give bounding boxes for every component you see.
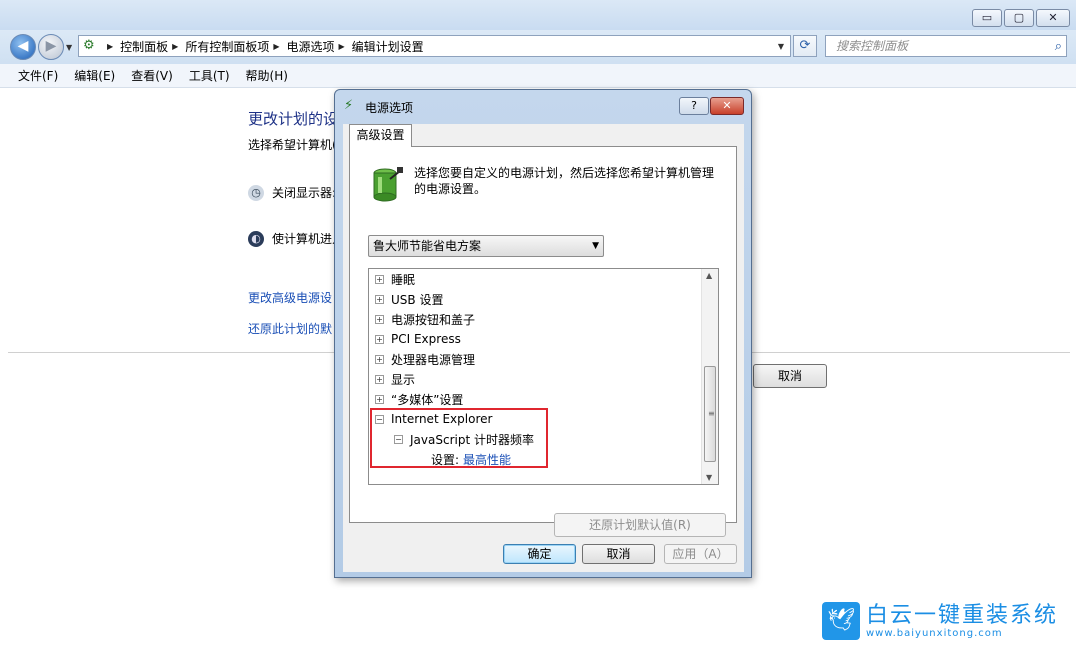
bird-logo-icon: 🕊 xyxy=(822,602,860,640)
tree-item-power-buttons[interactable]: + 电源按钮和盖子 xyxy=(375,311,475,327)
battery-icon xyxy=(373,167,403,202)
apply-button[interactable]: 应用（A） xyxy=(664,544,737,564)
display-off-label: 关闭显示器: xyxy=(272,186,337,200)
watermark-url: www.baiyunxitong.com xyxy=(866,627,1003,639)
back-button[interactable]: ◀ xyxy=(10,34,36,60)
breadcrumb-item-power-options[interactable]: 电源选项 xyxy=(287,38,335,55)
breadcrumb-item-edit-plan[interactable]: 编辑计划设置 xyxy=(352,38,424,55)
address-bar[interactable]: ⚙ ▶ 控制面板 ▶ 所有控制面板项 ▶ 电源选项 ▶ 编辑计划设置 ▼ xyxy=(78,35,791,57)
dialog-close-button[interactable]: ✕ xyxy=(710,97,744,115)
dialog-title: 电源选项 xyxy=(365,101,414,115)
navigation-bar: ◀ ▶ ▼ ⚙ ▶ 控制面板 ▶ 所有控制面板项 ▶ 电源选项 ▶ 编辑计划设置… xyxy=(0,30,1076,64)
tree-label: JavaScript 计时器频率 xyxy=(410,432,534,447)
breadcrumb: ▶ 控制面板 ▶ 所有控制面板项 ▶ 电源选项 ▶ 编辑计划设置 xyxy=(103,38,424,55)
tree-label: PCI Express xyxy=(391,332,461,346)
sleep-row: ◐ 使计算机进入 xyxy=(248,230,344,247)
forward-button[interactable]: ▶ xyxy=(38,34,64,60)
history-dropdown-icon[interactable]: ▼ xyxy=(66,43,72,52)
tree-item-usb[interactable]: + USB 设置 xyxy=(375,291,443,307)
power-plan-select[interactable]: 鲁大师节能省电方案 ▼ xyxy=(368,235,604,257)
setting-value[interactable]: 最高性能 xyxy=(463,451,511,468)
expand-icon[interactable]: + xyxy=(375,374,384,384)
expand-icon[interactable]: + xyxy=(375,334,384,344)
grip-icon: ≡ xyxy=(708,409,715,418)
advanced-settings-link[interactable]: 更改高级电源设 xyxy=(248,289,332,306)
menu-help[interactable]: 帮助(H) xyxy=(246,67,288,84)
tab-advanced-settings[interactable]: 高级设置 xyxy=(349,124,412,147)
expand-icon[interactable]: + xyxy=(375,394,384,404)
control-panel-window: ▭ ▢ ✕ ◀ ▶ ▼ ⚙ ▶ 控制面板 ▶ 所有控制面板项 ▶ 电源选项 ▶ … xyxy=(0,0,1076,647)
address-dropdown-icon[interactable]: ▼ xyxy=(772,42,790,51)
tree-label: “多媒体”设置 xyxy=(391,392,464,407)
close-window-button[interactable]: ✕ xyxy=(1036,9,1070,27)
collapse-icon[interactable]: − xyxy=(394,434,403,444)
minimize-button[interactable]: ▭ xyxy=(972,9,1002,27)
tree-label: 处理器电源管理 xyxy=(391,352,476,367)
chevron-down-icon: ▼ xyxy=(592,241,599,251)
setting-label: 设置: xyxy=(431,452,460,467)
title-bar: ▭ ▢ ✕ xyxy=(0,0,1076,30)
help-button[interactable]: ? xyxy=(679,97,709,115)
menu-file[interactable]: 文件(F) xyxy=(18,67,58,84)
restore-defaults-link[interactable]: 还原此计划的默 xyxy=(248,320,332,337)
dialog-body: 高级设置 选择您要自定义的电源计划，然后选择您希望计算机管理的电源设置。 鲁大师… xyxy=(343,124,744,572)
expand-icon[interactable]: + xyxy=(375,354,384,364)
tree-item-setting[interactable]: 设置: 最高性能 xyxy=(431,451,511,467)
search-icon[interactable]: ⌕ xyxy=(1055,37,1062,57)
breadcrumb-item-all-items[interactable]: 所有控制面板项 xyxy=(185,38,269,55)
ok-button[interactable]: 确定 xyxy=(503,544,576,564)
watermark-title: 白云一键重装系统 xyxy=(866,602,1059,628)
monitor-clock-icon: ◷ xyxy=(248,184,264,201)
tree-label: USB 设置 xyxy=(391,292,444,307)
scroll-thumb[interactable]: ≡ xyxy=(704,366,716,462)
breadcrumb-separator-icon: ▶ xyxy=(107,41,114,51)
scroll-up-icon[interactable]: ▲ xyxy=(706,271,712,280)
dialog-description: 选择您要自定义的电源计划，然后选择您希望计算机管理的电源设置。 xyxy=(414,166,715,196)
restore-plan-defaults-button[interactable]: 还原计划默认值(R) xyxy=(554,513,726,537)
breadcrumb-item-control-panel[interactable]: 控制面板 xyxy=(120,38,168,55)
page-title: 更改计划的设 xyxy=(248,110,339,128)
settings-tree[interactable]: + 睡眠 + USB 设置 + 电源按钮和盖子 + PCI Express + 处理器电源… xyxy=(368,268,719,485)
tree-scrollbar[interactable]: ▲ ≡ ▼ xyxy=(701,269,718,484)
control-panel-icon: ⚙ xyxy=(83,38,95,53)
display-off-row: ◷ 关闭显示器: xyxy=(248,184,336,201)
power-plan-value: 鲁大师节能省电方案 xyxy=(373,239,482,253)
tree-item-display[interactable]: + 显示 xyxy=(375,371,415,387)
breadcrumb-separator-icon: ▶ xyxy=(172,41,179,51)
menu-bar: 文件(F) 编辑(E) 查看(V) 工具(T) 帮助(H) xyxy=(0,64,1076,88)
tree-label: Internet Explorer xyxy=(391,412,493,426)
refresh-button[interactable]: ⟳ xyxy=(793,35,817,57)
tree-label: 电源按钮和盖子 xyxy=(391,312,476,327)
power-options-dialog: ⚡ 电源选项 ? ✕ 高级设置 选择您要自定义的电源计划，然后选择您希望计算机管… xyxy=(334,89,752,578)
tree-item-multimedia[interactable]: + “多媒体”设置 xyxy=(375,391,463,407)
maximize-button[interactable]: ▢ xyxy=(1004,9,1034,27)
tree-label: 显示 xyxy=(391,372,416,387)
menu-view[interactable]: 查看(V) xyxy=(131,67,173,84)
expand-icon[interactable]: + xyxy=(375,314,384,324)
menu-tools[interactable]: 工具(T) xyxy=(189,67,230,84)
tab-panel: 选择您要自定义的电源计划，然后选择您希望计算机管理的电源设置。 鲁大师节能省电方… xyxy=(349,146,737,537)
tree-item-javascript-timer[interactable]: − JavaScript 计时器频率 xyxy=(394,431,534,447)
expand-icon[interactable]: + xyxy=(375,294,384,304)
tree-label: 睡眠 xyxy=(391,272,416,287)
watermark: 🕊 白云一键重装系统 www.baiyunxitong.com xyxy=(822,602,1058,640)
search-input[interactable]: 搜索控制面板 ⌕ xyxy=(825,35,1067,57)
moon-icon: ◐ xyxy=(248,230,264,247)
tree-item-pci-express[interactable]: + PCI Express xyxy=(375,331,461,347)
tree-item-processor[interactable]: + 处理器电源管理 xyxy=(375,351,475,367)
scroll-down-icon[interactable]: ▼ xyxy=(706,473,712,482)
breadcrumb-separator-icon: ▶ xyxy=(273,41,280,51)
tree-item-sleep[interactable]: + 睡眠 xyxy=(375,271,415,287)
collapse-icon[interactable]: − xyxy=(375,414,384,424)
breadcrumb-separator-icon: ▶ xyxy=(338,41,345,51)
cancel-button[interactable]: 取消 xyxy=(753,364,827,388)
power-options-icon: ⚡ xyxy=(344,98,354,113)
page-subtitle: 选择希望计算机( xyxy=(248,138,337,152)
menu-edit[interactable]: 编辑(E) xyxy=(74,67,115,84)
tree-item-internet-explorer[interactable]: − Internet Explorer xyxy=(375,411,492,427)
search-placeholder: 搜索控制面板 xyxy=(836,39,909,53)
dialog-cancel-button[interactable]: 取消 xyxy=(582,544,655,564)
expand-icon[interactable]: + xyxy=(375,274,384,284)
